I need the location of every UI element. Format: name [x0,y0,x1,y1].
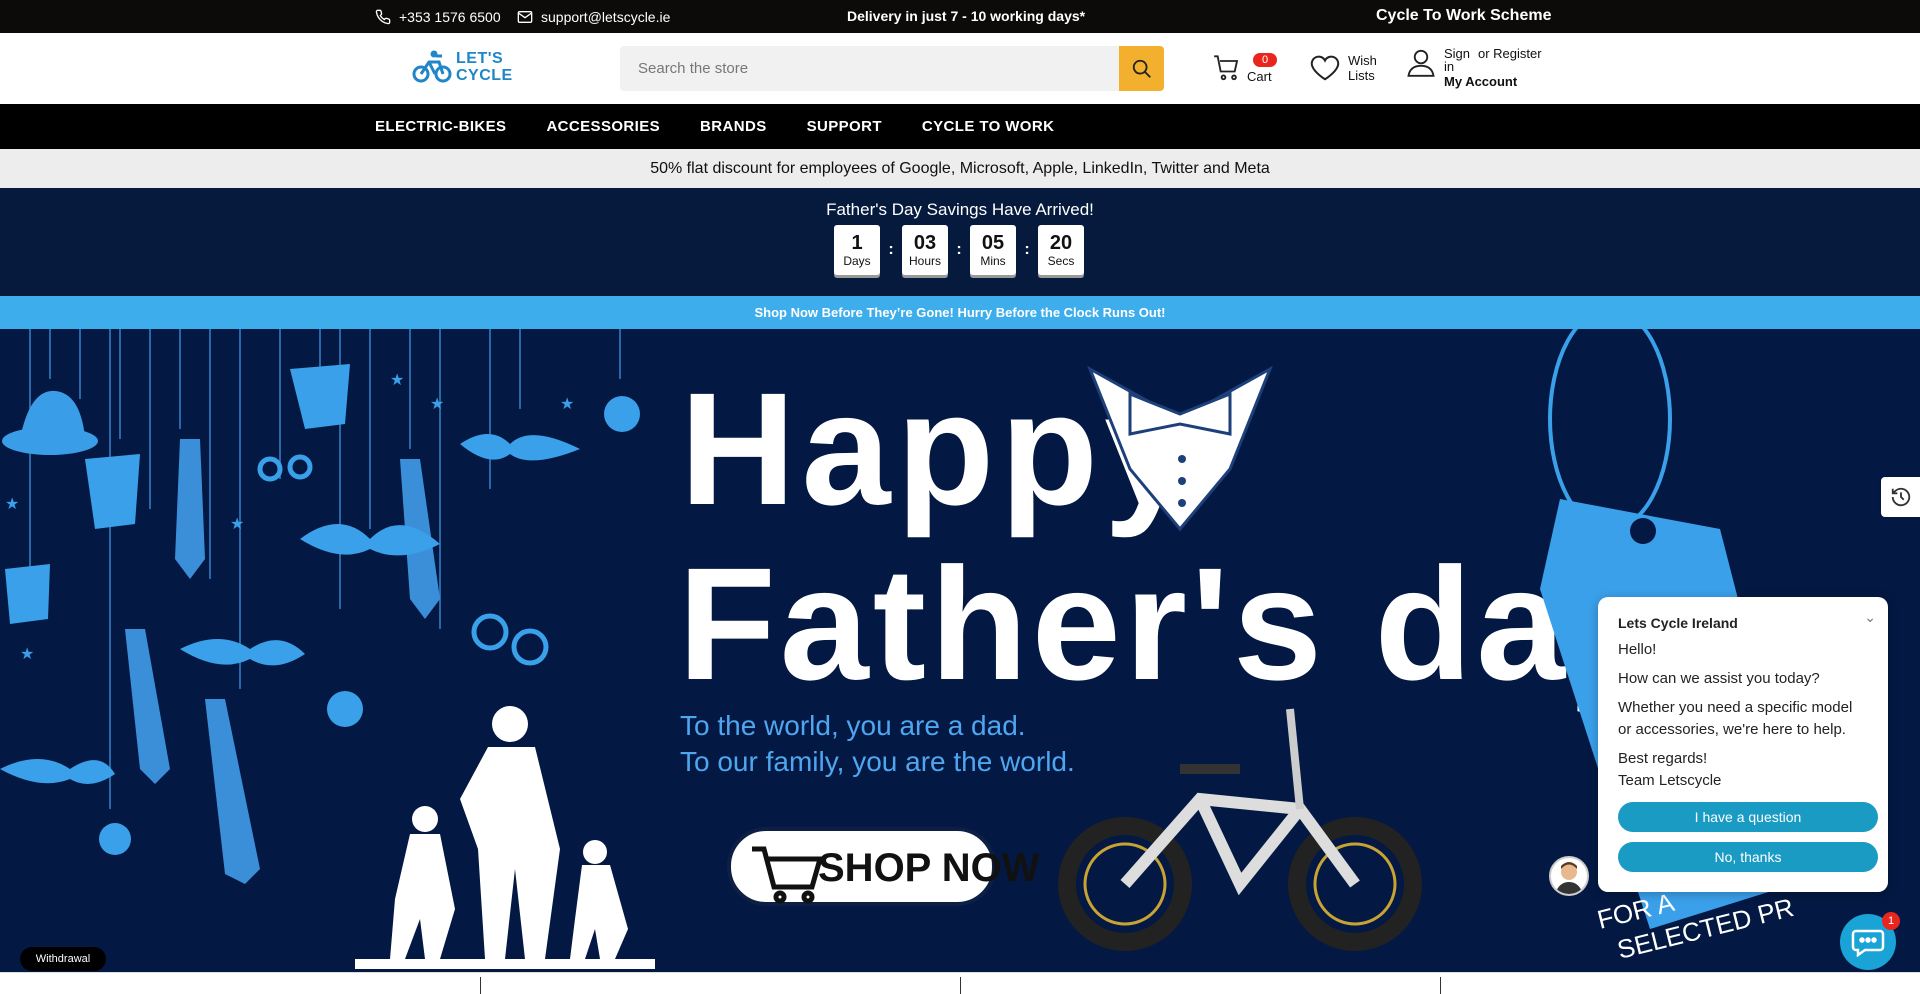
cart-icon [1214,54,1239,80]
agent-avatar-icon [1555,862,1583,894]
countdown-mins: 05 Mins [970,225,1016,275]
hours-value: 03 [913,232,937,254]
wish-lists-button[interactable]: Wish Lists [1310,53,1377,83]
features-strip [0,972,1920,994]
cycle-to-work-link[interactable]: Cycle To Work Scheme [1376,7,1551,25]
top-bar: +353 1576 6500 support@letscycle.ie Deli… [0,0,1920,33]
countdown-separator: : [888,241,894,258]
site-logo[interactable]: LET'S CYCLE [412,50,513,84]
svg-text:★: ★ [230,516,244,533]
hero-subtitle-1: To the world, you are a dad. [680,710,1026,741]
moustache-shapes [0,434,580,784]
star-shapes: ★ ★ ★ ★ ★ ★ [5,372,574,663]
history-icon [1891,487,1910,507]
svg-text:★: ★ [5,496,19,513]
email-link[interactable]: support@letscycle.ie [517,9,670,25]
chat-regards-line: Best regards! [1618,750,1708,767]
svg-text:★: ★ [390,372,404,389]
chat-title: Lets Cycle Ireland [1618,615,1738,631]
hat-shape [2,390,98,455]
nav-item-support[interactable]: SUPPORT [807,118,882,135]
account-area: Sign in or Register My Account [1406,47,1542,88]
chevron-down-icon[interactable]: ⌄ [1864,609,1876,626]
chat-regards: Best regards! Team Letscycle [1618,748,1868,792]
hero-shop-now-button[interactable]: SHOP NOW [727,827,1040,906]
logo-text-lets: LET'S [456,50,504,67]
chat-unread-badge: 1 [1882,912,1900,930]
search-input[interactable] [620,46,1118,91]
countdown-separator: : [1024,241,1030,258]
main-nav: ELECTRIC-BIKES ACCESSORIES BRANDS SUPPOR… [0,104,1920,149]
mail-icon [517,11,533,23]
countdown-title: Father's Day Savings Have Arrived! [826,200,1094,219]
countdown-secs: 20 Secs [1038,225,1084,275]
my-account-link[interactable]: My Account [1444,75,1542,88]
svg-text:★: ★ [430,396,444,413]
search-button[interactable] [1119,46,1164,91]
mins-label: Mins [980,254,1006,268]
chat-agent-avatar [1549,856,1589,896]
nav-item-electric-bikes[interactable]: ELECTRIC-BIKES [375,118,506,135]
chat-bubble-icon [1851,929,1885,957]
chat-launcher-button[interactable]: 1 [1840,912,1900,970]
countdown-hours: 03 Hours [902,225,948,275]
site-header: LET'S CYCLE 0 Cart Wish Lists Sign in or… [0,33,1920,104]
nav-item-accessories[interactable]: ACCESSORIES [546,118,660,135]
countdown-days: 1 Days [834,225,880,275]
register-link[interactable]: or Register [1478,47,1542,73]
countdown-section: Father's Day Savings Have Arrived! 1 Day… [0,188,1920,296]
sign-in-link[interactable]: Sign in [1444,47,1474,73]
chat-question: How can we assist you today? [1618,670,1820,687]
strip-divider [960,977,961,994]
heart-icon [1310,55,1340,81]
phone-icon [375,9,391,25]
search-bar [620,46,1164,91]
no-thanks-button[interactable]: No, thanks [1618,842,1878,872]
svg-text:★: ★ [20,646,34,663]
nav-item-brands[interactable]: BRANDS [700,118,767,135]
wish-label-2: Lists [1348,68,1375,83]
promo-banner: 50% flat discount for employees of Googl… [0,149,1920,188]
phone-number: +353 1576 6500 [399,9,501,25]
recently-viewed-tab[interactable] [1881,477,1920,517]
logo-text-cycle: CYCLE [456,67,513,84]
delivery-notice: Delivery in just 7 - 10 working days* [847,8,1086,24]
secs-label: Secs [1047,254,1075,268]
search-icon [1132,59,1151,78]
hours-label: Hours [908,254,941,268]
strip-divider [1440,977,1441,994]
nav-item-cycle-to-work[interactable]: CYCLE TO WORK [922,118,1054,135]
hero-subtitle-2: To our family, you are the world. [680,746,1075,777]
chat-hello: Hello! [1618,641,1657,658]
phone-link[interactable]: +353 1576 6500 [375,9,501,25]
countdown-separator: : [956,241,962,258]
days-label: Days [843,254,871,268]
cart-label: Cart [1247,69,1272,84]
wish-label-1: Wish [1348,53,1377,68]
svg-text:★: ★ [560,396,574,413]
mins-value: 05 [981,232,1005,254]
countdown-timer: 1 Days : 03 Hours : 05 Mins : 20 Secs [834,225,1084,275]
i-have-a-question-button[interactable]: I have a question [1618,802,1878,832]
chat-body: Whether you need a specific model or acc… [1618,699,1853,738]
user-icon [1407,49,1435,77]
electric-bike-image [1058,708,1422,951]
family-silhouette [355,706,655,969]
shop-now-banner[interactable]: Shop Now Before They’re Gone! Hurry Befo… [0,296,1920,329]
secs-value: 20 [1049,232,1073,254]
chat-team-line: Team Letscycle [1618,772,1722,789]
bicycle-logo-icon [412,50,452,83]
strip-divider [480,977,481,994]
cart-button[interactable]: 0 Cart [1213,51,1278,84]
days-value: 1 [851,232,863,254]
hero-title-fathers-day: Father's day [678,534,1662,713]
cart-count-badge: 0 [1253,53,1278,67]
chat-popup: Lets Cycle Ireland ⌄ Hello! How can we a… [1598,597,1888,892]
hero-shop-now-label: SHOP NOW [818,846,1040,890]
withdrawal-button[interactable]: Withdrawal [20,947,106,971]
email-address: support@letscycle.ie [541,9,671,25]
